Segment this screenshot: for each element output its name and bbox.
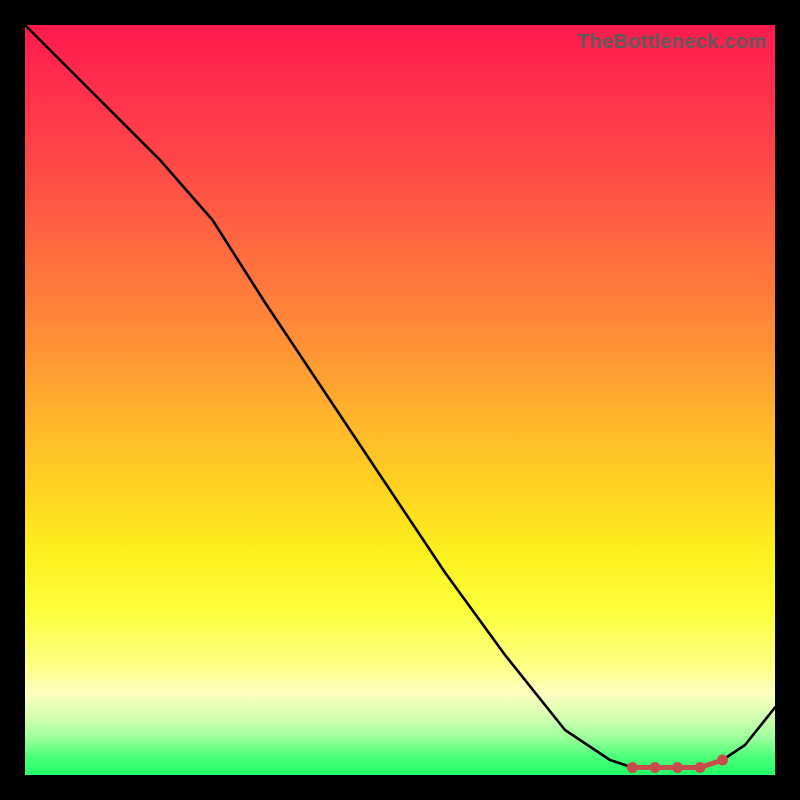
data-line bbox=[25, 25, 775, 768]
chart-svg bbox=[25, 25, 775, 775]
chart-stage: TheBottleneck.com bbox=[0, 0, 800, 800]
plot-area: TheBottleneck.com bbox=[25, 25, 775, 775]
